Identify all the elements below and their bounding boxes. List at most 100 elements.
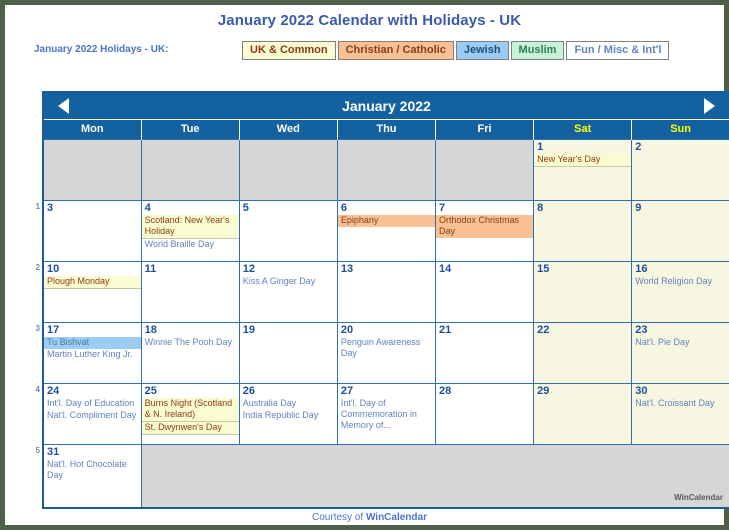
day-number: 16 [635,263,648,275]
footer: Courtesy of WinCalendar [10,512,729,523]
legend-row: January 2022 Holidays - UK: UK & Common C… [10,41,729,61]
calendar-day-cell[interactable]: 1 New Year's Day [533,139,633,201]
calendar-cell-empty [336,139,437,201]
calendar-day-cell[interactable]: 18 Winnie The Pooh Day [140,322,240,384]
calendar-day-cell[interactable]: 10 Plough Monday [42,261,142,323]
calendar-day-cell[interactable]: 8 [533,200,633,262]
day-number: 12 [242,263,255,275]
calendar-day-cell[interactable]: 9 [631,200,729,262]
calendar-day-cell[interactable]: 29 [533,383,633,445]
wincalendar-watermark: WinCalendar [674,493,723,502]
holiday-event-fun[interactable]: Nat'l. Compliment Day [44,410,140,422]
calendar-day-cell[interactable]: 17 Tu Bishvat Martin Luther King Jr. [42,322,142,384]
holiday-event-fun[interactable]: Winnie The Pooh Day [142,337,238,349]
holiday-event-fun[interactable]: World Braille Day [142,239,238,251]
calendar-day-cell[interactable]: 16 World Religion Day [631,261,729,323]
day-number: 22 [537,324,550,336]
calendar-day-cell[interactable]: 15 [533,261,633,323]
holiday-event-uk[interactable]: Scotland: New Year's Holiday [142,215,239,239]
weekday-header-tue: Tue [140,119,240,140]
holiday-event-fun[interactable]: Nat'l. Hot Chocolate Day [44,459,140,482]
calendar-day-cell[interactable]: 6 Epiphany [336,200,437,262]
holiday-event-fun[interactable]: Nat'l. Croissant Day [633,398,729,410]
holiday-event-fun[interactable]: Australia Day [240,398,336,410]
week-number-column: 1 2 3 4 5 [30,91,42,507]
day-number: 30 [635,385,648,397]
page-frame: January 2022 Calendar with Holidays - UK… [0,0,729,530]
calendar-day-cell[interactable]: 19 [238,322,338,384]
holiday-event-uk[interactable]: New Year's Day [534,154,631,167]
calendar-day-cell[interactable]: 12 Kiss A Ginger Day [238,261,338,323]
calendar-cell-empty [434,139,535,201]
calendar-day-cell[interactable]: 30 Nat'l. Croissant Day [631,383,729,445]
holiday-event-fun[interactable]: World Religion Day [633,276,729,288]
calendar-day-cell[interactable]: 22 [533,322,633,384]
holiday-event-fun[interactable]: India Republic Day [240,410,336,422]
footer-brand: WinCalendar [365,512,427,523]
day-number: 8 [537,202,544,214]
holiday-event-fun[interactable]: Int'l. Day of Commemoration in Memory of… [338,398,434,432]
legend-chip-3[interactable]: Muslim [510,41,565,60]
holiday-event-fun[interactable]: Int'l. Day of Education [44,398,140,410]
calendar-day-cell[interactable]: 26 Australia Day India Republic Day [238,383,338,445]
legend-chip-4[interactable]: Fun / Misc & Int'l [566,41,670,60]
legend-caption: January 2022 Holidays - UK: [34,44,169,55]
day-number: 17 [47,324,60,336]
next-month-arrow-icon[interactable] [703,98,715,114]
weekday-header-sat: Sat [533,119,632,140]
weekday-header-fri: Fri [434,119,534,140]
holiday-event-fun[interactable]: Penguin Awareness Day [338,337,434,360]
holiday-event-uk[interactable]: Plough Monday [44,276,141,289]
holiday-event-chr[interactable]: Epiphany [338,215,435,227]
calendar-day-cell[interactable]: 11 [140,261,240,323]
calendar-cell-empty [238,139,338,201]
calendar-week-row: 31 Nat'l. Hot Chocolate Day WinCalendar [42,444,729,509]
calendar-day-cell[interactable]: 5 [238,200,338,262]
calendar-day-cell[interactable]: 20 Penguin Awareness Day [336,322,437,384]
holiday-event-fun[interactable]: Martin Luther King Jr. [44,349,140,361]
calendar-day-cell[interactable]: 13 [336,261,437,323]
day-number: 14 [439,263,452,275]
day-number: 19 [242,324,255,336]
day-number: 4 [144,202,151,214]
day-number: 18 [144,324,157,336]
weekday-header-mon: Mon [43,119,142,140]
calendar-day-cell[interactable]: 4 Scotland: New Year's Holiday World Brail… [140,200,240,262]
day-number: 25 [144,385,157,397]
calendar-day-cell[interactable]: 23 Nat'l. Pie Day [631,322,729,384]
holiday-event-uk[interactable]: Burns Night (Scotland & N. Ireland) [142,398,239,422]
day-number: 11 [144,263,157,275]
legend-chip-list: UK & Common Christian / Catholic Jewish Mus… [242,41,670,60]
calendar-day-cell[interactable]: 7 Orthodox Christmas Day [434,200,535,262]
holiday-event-chr[interactable]: Orthodox Christmas Day [436,215,533,238]
calendar-day-cell[interactable]: 2 [631,139,729,201]
week-number: 5 [35,446,40,455]
calendar-day-cell[interactable]: 31 Nat'l. Hot Chocolate Day [42,444,142,509]
calendar-day-cell[interactable]: 14 [434,261,535,323]
day-number: 20 [340,324,354,336]
holiday-event-jew[interactable]: Tu Bishvat [44,337,141,349]
holiday-event-fun[interactable]: Kiss A Ginger Day [240,276,336,288]
day-number: 10 [47,263,60,275]
calendar-day-cell[interactable]: 25 Burns Night (Scotland & N. Ireland) St.… [140,383,240,445]
legend-chip-1[interactable]: Christian / Catholic [337,41,454,60]
calendar-weeks-body: 1 New Year's Day 2 3 4 Scotland: New Year's H… [42,139,729,509]
calendar-day-cell[interactable]: 28 [434,383,535,445]
calendar-week-row: 10 Plough Monday 11 12 Kiss A Ginger Day 13 14… [42,261,729,323]
page-title: January 2022 Calendar with Holidays - UK [217,12,522,29]
weekday-header-thu: Thu [336,119,436,140]
legend-chip-0[interactable]: UK & Common [242,41,336,60]
day-number: 26 [242,385,255,397]
holiday-event-fun[interactable]: Nat'l. Pie Day [633,337,729,349]
legend-chip-2[interactable]: Jewish [455,41,509,60]
calendar-day-cell[interactable]: 3 [42,200,142,262]
calendar-day-cell[interactable]: 27 Int'l. Day of Commemoration in Memory … [336,383,437,445]
calendar-day-cell[interactable]: 24 Int'l. Day of Education Nat'l. Complime… [42,383,142,445]
prev-month-arrow-icon[interactable] [58,98,69,114]
calendar-day-cell[interactable]: 21 [434,322,535,384]
holiday-event-uk[interactable]: St. Dwynwen's Day [142,422,239,435]
page-inner: January 2022 Calendar with Holidays - UK… [10,10,729,530]
footer-prefix: Courtesy of [312,512,366,523]
day-number: 28 [439,385,452,397]
calendar-container: 12345 January 2022 Mon Tue Wed Thu Fri Sat Sun [30,91,729,509]
